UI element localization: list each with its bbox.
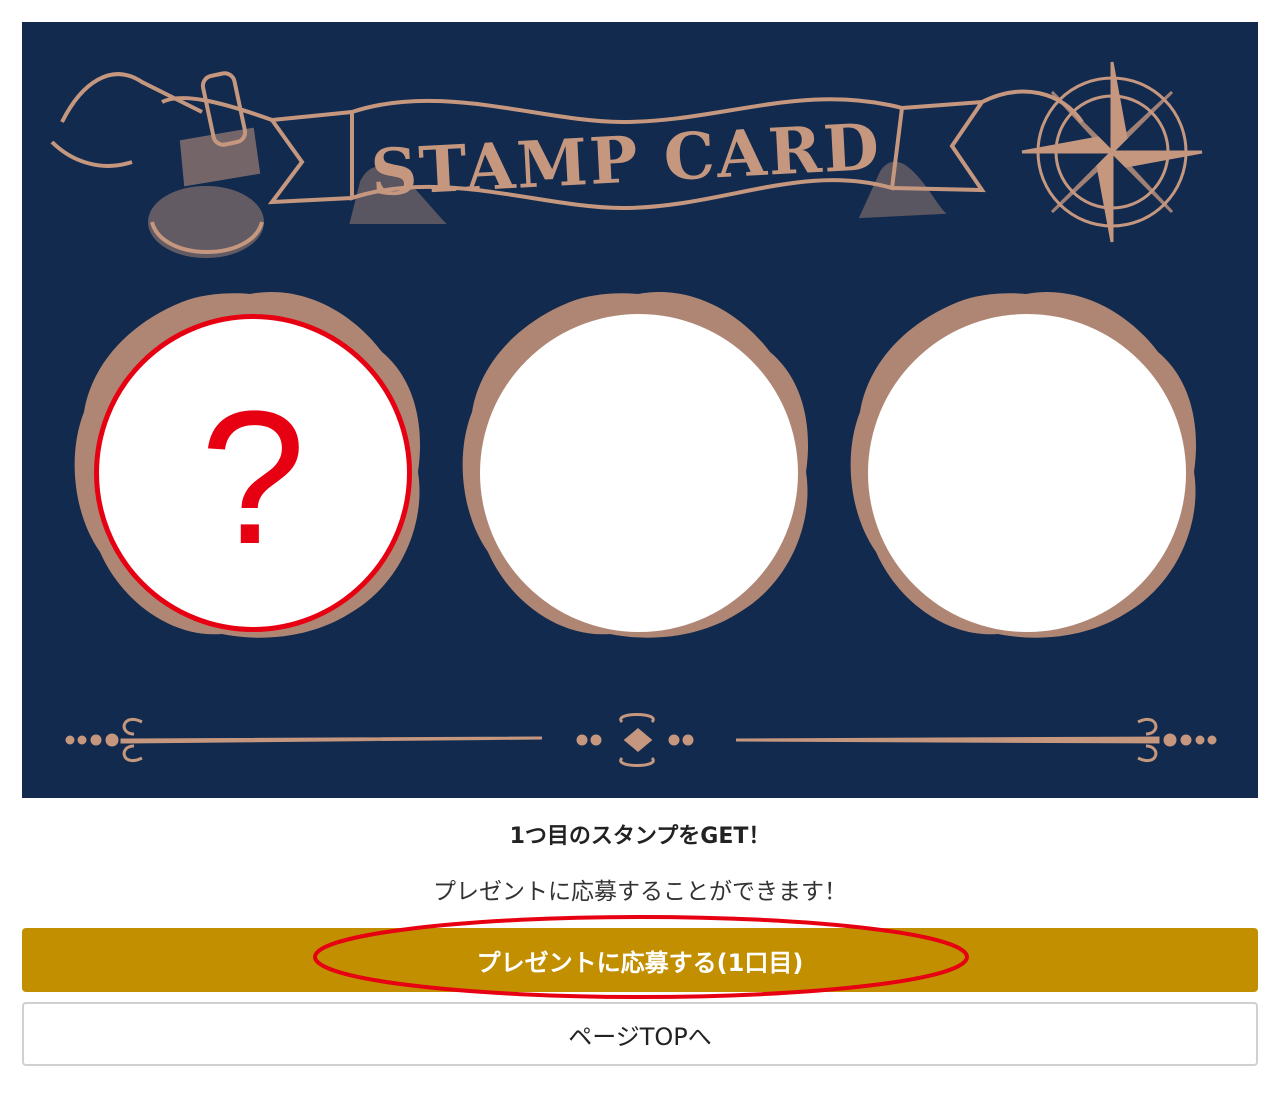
stamp-slot-2 (480, 314, 798, 632)
apply-present-button[interactable]: プレゼントに応募する(1口目) (22, 928, 1258, 992)
compass-rose-icon (1021, 61, 1203, 243)
apply-present-button-label: プレゼントに応募する(1口目) (476, 948, 804, 977)
stamp-card-page: STAMP CARD ? 1つ目のスタンプをGET！ プレゼントに応募することが… (0, 0, 1282, 1094)
question-mark-icon: ? (200, 372, 306, 584)
stamp-slot-1[interactable]: ? (94, 314, 412, 632)
stamp-slot-3 (868, 314, 1186, 632)
stamp-get-headline: 1つ目のスタンプをGET！ (509, 824, 771, 849)
page-top-button[interactable]: ページTOPへ (22, 1002, 1258, 1066)
decorative-divider (65, 713, 1217, 767)
page-top-button-label: ページTOPへ (568, 1022, 712, 1051)
stamp-card: STAMP CARD ? (22, 22, 1258, 798)
stamp-slot-2-mark (480, 314, 798, 632)
stamp-slot-3-mark (868, 314, 1186, 632)
wax-stamp-tool-icon (50, 71, 264, 258)
apply-eligibility-text: プレゼントに応募することができます！ (433, 879, 847, 905)
